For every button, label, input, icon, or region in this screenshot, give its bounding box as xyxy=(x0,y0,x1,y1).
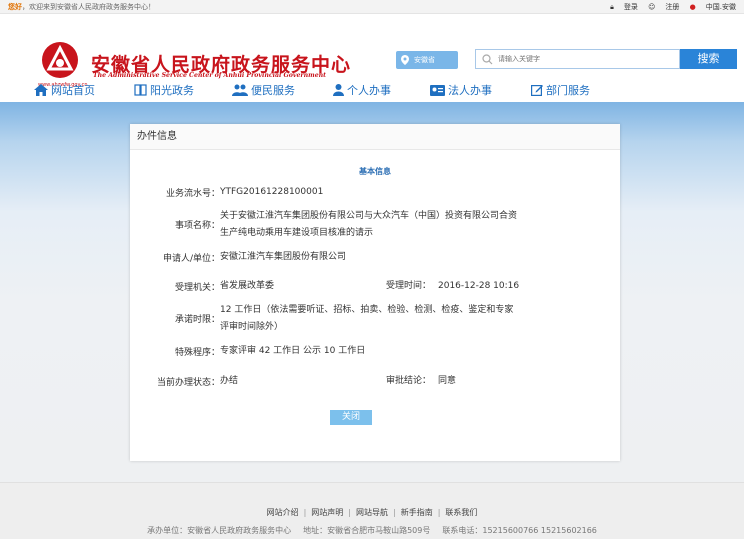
nav-item-department-services[interactable]: 部门服务 xyxy=(531,80,590,102)
region-selector[interactable]: 安徽省 xyxy=(396,51,458,69)
status-value: 办结 xyxy=(220,376,239,386)
serial-label: 业务流水号： xyxy=(165,189,220,199)
nav-label: 网站首页 xyxy=(51,84,95,97)
nav-item-sunshine-affairs[interactable]: 阳光政务 xyxy=(134,80,194,102)
people-icon xyxy=(232,84,248,96)
footer-link-about[interactable]: 网站介绍 xyxy=(267,508,299,517)
nav-item-legal-entity-affairs[interactable]: 法人办事 xyxy=(430,80,492,102)
footer-address: 地址：安徽省合肥市马鞍山路509号 xyxy=(303,526,431,535)
footer-info: 承办单位：安徽省人民政府政务服务中心 地址：安徽省合肥市马鞍山路509号 联系电话：… xyxy=(0,525,744,536)
close-button[interactable]: 关闭 xyxy=(330,410,372,425)
promise-limit-label: 承诺时限： xyxy=(174,315,220,325)
item-name-label: 事项名称： xyxy=(174,221,220,231)
agency-label: 受理机关： xyxy=(174,283,220,293)
footer-separator: | xyxy=(348,508,351,517)
applicant-label: 申请人/单位： xyxy=(162,254,220,264)
accept-time-value: 2016-12-28 10:16 xyxy=(438,281,520,291)
register-label: 注册 xyxy=(665,3,680,11)
footer-link-sitemap[interactable]: 网站导航 xyxy=(356,508,388,517)
site-logo[interactable] xyxy=(42,42,78,78)
item-name-value-line2: 生产纯电动乘用车建设项目核准的请示 xyxy=(220,228,374,238)
footer-link-statement[interactable]: 网站声明 xyxy=(311,508,343,517)
footer-host: 承办单位：安徽省人民政府政务服务中心 xyxy=(147,526,292,535)
agency-value: 省发展改革委 xyxy=(220,281,275,291)
location-icon: ● xyxy=(689,3,696,11)
register-link[interactable]: ☺ 注册 xyxy=(648,3,679,11)
nav-label: 阳光政务 xyxy=(150,84,194,97)
footer-link-guide[interactable]: 新手指南 xyxy=(401,508,433,517)
special-procedure-value: 专家评审 42 工作日 公示 10 工作日 xyxy=(220,346,366,356)
greeting: 您好 xyxy=(8,3,22,11)
case-info-panel: 办件信息 基本信息 业务流水号： YTFG20161228100001 事项名称… xyxy=(130,124,620,461)
nav-label: 个人办事 xyxy=(347,84,391,97)
map-pin-icon xyxy=(401,55,409,65)
nav-item-public-services[interactable]: 便民服务 xyxy=(232,80,295,102)
footer-phone: 联系电话：15215600766 15215602166 xyxy=(442,526,597,535)
conclusion-label: 审批结论： xyxy=(386,376,432,386)
id-card-icon xyxy=(430,85,445,96)
main-nav: 网站首页 阳光政务 便民服务 个人办事 法人办事 部门服务 xyxy=(0,80,744,102)
nav-label: 法人办事 xyxy=(448,84,492,97)
nav-item-personal-affairs[interactable]: 个人办事 xyxy=(333,80,391,102)
edit-icon xyxy=(531,85,543,97)
item-name-value-line1: 关于安徽江淮汽车集团股份有限公司与大众汽车（中国）投资有限公司合资 xyxy=(220,211,518,221)
book-icon xyxy=(134,84,147,96)
serial-value: YTFG20161228100001 xyxy=(220,187,324,197)
promise-limit-value-line1: 12 工作日（依法需要听证、招标、拍卖、检验、检测、检疫、鉴定和专家 xyxy=(220,305,514,315)
login-link[interactable]: 🔒︎ 登录 xyxy=(610,3,638,11)
search-box xyxy=(475,49,680,69)
promise-limit-value-line2: 评审时间除外） xyxy=(220,322,284,332)
login-label: 登录 xyxy=(623,3,638,11)
accept-time-label: 受理时间： xyxy=(386,281,432,291)
welcome-text: ，欢迎来到安徽省人民政府政务服务中心！ xyxy=(22,3,155,11)
status-label: 当前办理状态： xyxy=(156,378,220,388)
location-label: 中国.安徽 xyxy=(705,3,736,11)
special-procedure-label: 特殊程序： xyxy=(174,348,220,358)
location-link[interactable]: ● 中国.安徽 xyxy=(690,3,736,11)
footer-link-contact[interactable]: 联系我们 xyxy=(445,508,477,517)
logo-emblem-icon xyxy=(43,43,77,77)
nav-label: 部门服务 xyxy=(546,84,590,97)
footer-separator: | xyxy=(393,508,396,517)
lock-icon: 🔒︎ xyxy=(610,3,614,11)
panel-title: 办件信息 xyxy=(130,124,620,150)
search-button[interactable]: 搜索 xyxy=(680,49,737,69)
section-title: 基本信息 xyxy=(359,167,391,176)
applicant-value: 安徽江淮汽车集团股份有限公司 xyxy=(220,252,347,262)
nav-label: 便民服务 xyxy=(251,84,295,97)
footer-separator: | xyxy=(303,508,307,517)
footer-separator: | xyxy=(437,508,441,517)
user-icon: ☺ xyxy=(648,3,656,11)
region-label: 安徽省 xyxy=(414,56,435,64)
search-icon xyxy=(482,54,493,65)
nav-item-home[interactable]: 网站首页 xyxy=(34,80,95,102)
person-icon xyxy=(333,84,344,96)
home-icon xyxy=(34,84,48,96)
site-header: www.ahzwfw.gov.cn 安徽省人民政府政务服务中心 The Admi… xyxy=(0,14,744,88)
search-input[interactable] xyxy=(498,52,676,66)
conclusion-value: 同意 xyxy=(438,376,457,386)
top-bar: 您好，欢迎来到安徽省人民政府政务服务中心！ 🔒︎ 登录 ☺ 注册 ● 中国.安徽 xyxy=(0,0,744,14)
top-links: 🔒︎ 登录 ☺ 注册 ● 中国.安徽 xyxy=(602,0,736,14)
site-subtitle: The Administrative Service Center of Anh… xyxy=(93,72,327,79)
footer-links: 网站介绍 | 网站声明 | 网站导航 | 新手指南 | 联系我们 xyxy=(0,507,744,518)
site-footer: 网站介绍 | 网站声明 | 网站导航 | 新手指南 | 联系我们 承办单位：安徽省人民政府政务服… xyxy=(0,482,744,539)
